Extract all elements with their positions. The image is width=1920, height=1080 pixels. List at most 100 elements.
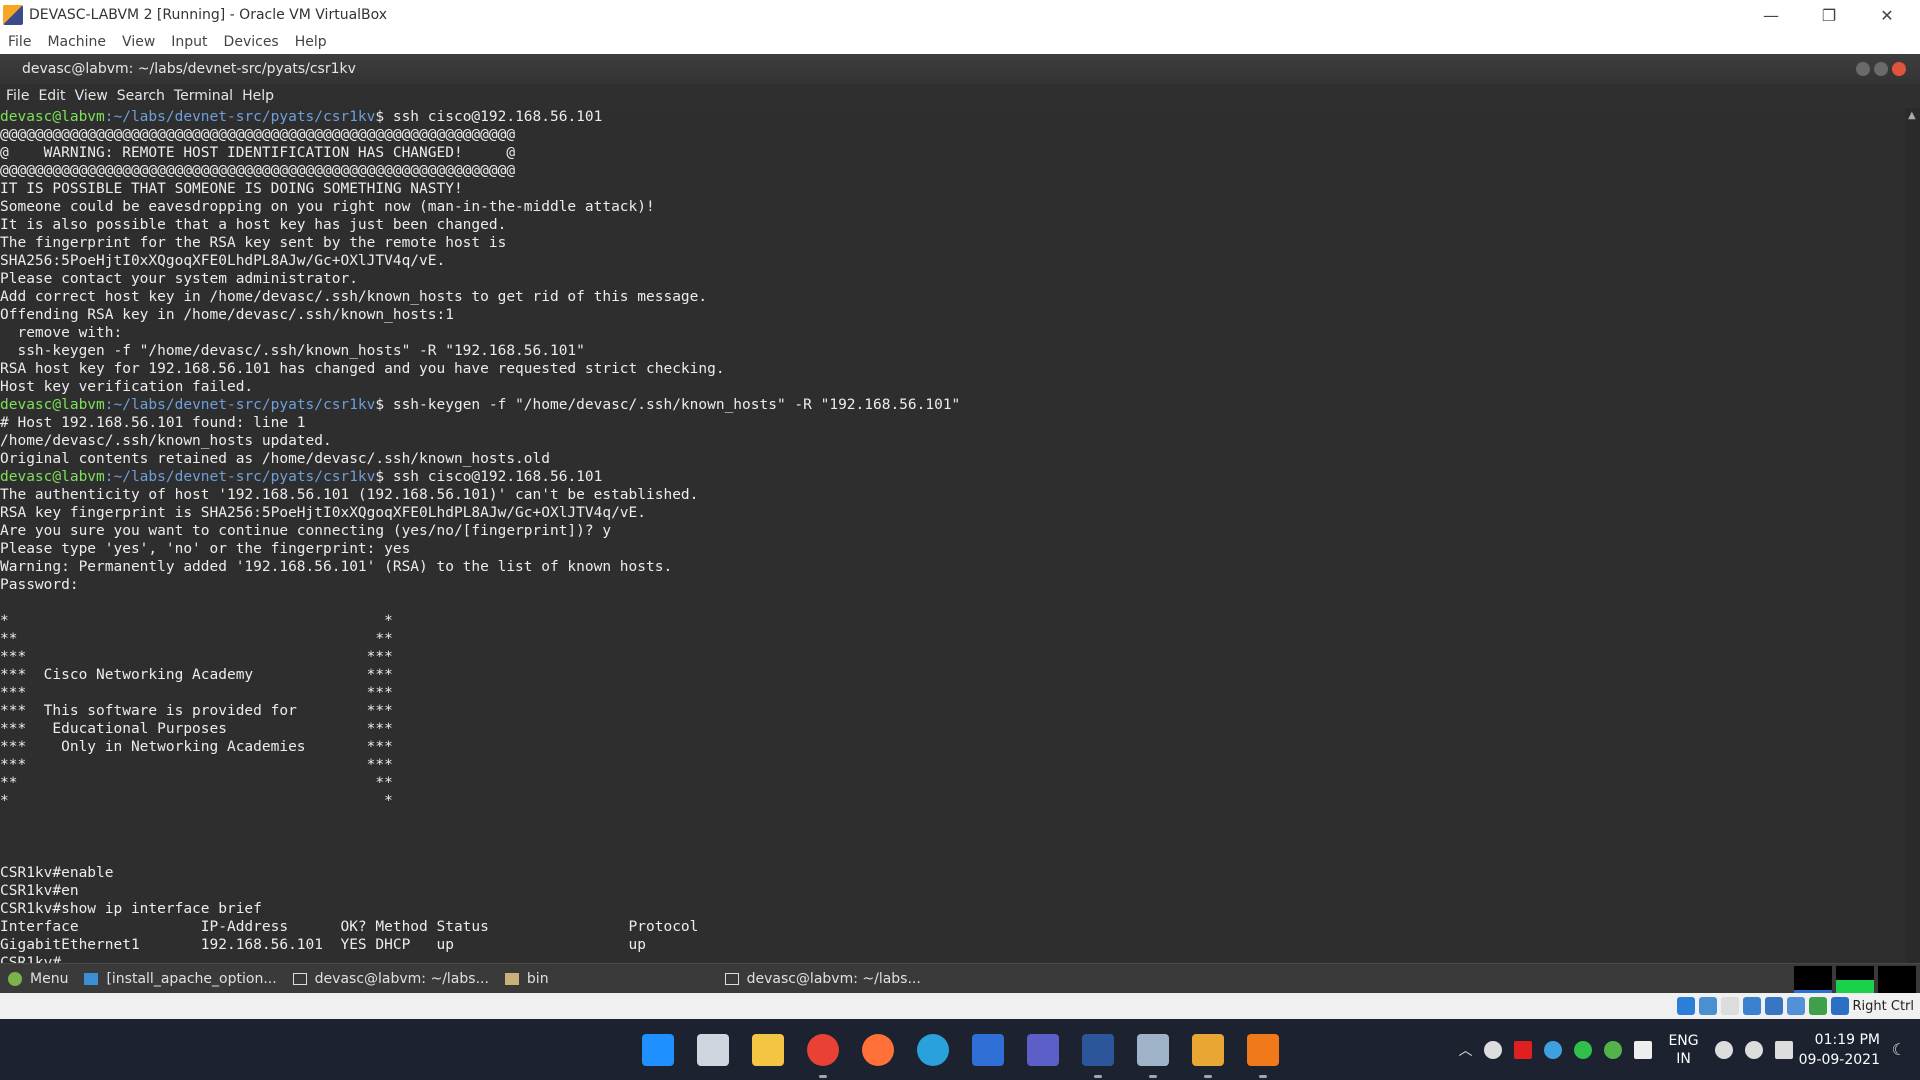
terminal-line: Are you sure you want to continue connec… bbox=[0, 523, 612, 539]
mint-menu-button[interactable]: Menu bbox=[0, 964, 76, 993]
brightness-icon[interactable] bbox=[1484, 1040, 1503, 1059]
terminal-line: devasc@labvm:~/labs/devnet-src/pyats/csr… bbox=[0, 468, 1906, 486]
taskbar-item-terminal-1[interactable]: devasc@labvm: ~/labs... bbox=[285, 964, 497, 993]
firefox-icon[interactable] bbox=[862, 1034, 894, 1066]
task-view-icon[interactable] bbox=[697, 1034, 729, 1066]
clock-app-icon[interactable] bbox=[1544, 1040, 1563, 1059]
terminal-menu-search[interactable]: Search bbox=[111, 88, 168, 104]
telegram-icon[interactable] bbox=[917, 1034, 949, 1066]
vbox-menu-file[interactable]: File bbox=[0, 34, 39, 50]
windows-start-icon[interactable] bbox=[642, 1034, 674, 1066]
taskbar-item-label: [install_apache_option... bbox=[106, 970, 277, 987]
system-tray: ︿ ENG IN 01:19 PM 09-09-2021 ☾ bbox=[1452, 1019, 1920, 1080]
terminal-line: *** Only in Networking Academies *** bbox=[0, 739, 393, 755]
terminal-menu-help[interactable]: Help bbox=[236, 88, 277, 104]
running-indicator bbox=[1149, 1075, 1157, 1078]
green-app-icon[interactable] bbox=[1574, 1040, 1593, 1059]
running-indicator bbox=[1204, 1075, 1212, 1078]
terminal-close-button[interactable] bbox=[1892, 62, 1906, 76]
terminal-line: ** ** bbox=[0, 631, 393, 647]
word-icon[interactable] bbox=[1082, 1034, 1114, 1066]
terminal-line: devasc@labvm:~/labs/devnet-src/pyats/csr… bbox=[0, 396, 1906, 414]
terminal-line: Someone could be eavesdropping on you ri… bbox=[0, 199, 655, 215]
scroll-up-icon[interactable]: ▲ bbox=[1908, 110, 1916, 121]
vbox-menu-devices[interactable]: Devices bbox=[216, 34, 287, 50]
battery-icon[interactable] bbox=[1774, 1040, 1793, 1059]
cpu-activity-icon[interactable] bbox=[1808, 997, 1827, 1015]
file-explorer-icon[interactable] bbox=[752, 1034, 784, 1066]
terminal-menu-terminal[interactable]: Terminal bbox=[168, 88, 236, 104]
clock[interactable]: 01:19 PM 09-09-2021 bbox=[1799, 1030, 1880, 1070]
terminal-line: RSA host key for 192.168.56.101 has chan… bbox=[0, 361, 725, 377]
taskbar-item-terminal-2[interactable]: devasc@labvm: ~/labs... bbox=[717, 964, 929, 993]
terminal-maximize-button[interactable] bbox=[1874, 62, 1888, 76]
terminal-screen[interactable]: devasc@labvm :~/labs/devnet-src/pyats/csr… bbox=[0, 108, 1906, 1017]
memory-graph bbox=[1836, 966, 1874, 994]
terminal-menu-file[interactable]: File bbox=[0, 88, 32, 104]
taskbar-item-label: bin bbox=[526, 970, 549, 987]
notification-moon-icon[interactable]: ☾ bbox=[1892, 1040, 1906, 1059]
terminal-line: *** This software is provided for *** bbox=[0, 703, 393, 719]
terminal-line: * * bbox=[0, 613, 393, 629]
chevron-up-icon[interactable]: ︿ bbox=[1458, 1040, 1472, 1060]
terminal-scrollbar[interactable]: ▲ ▼ bbox=[1906, 108, 1920, 1017]
terminal-line: devasc@labvm:~/labs/devnet-src/pyats/csr… bbox=[0, 108, 1906, 126]
terminal-menu-edit[interactable]: Edit bbox=[32, 88, 68, 104]
terminal-line: CSR1kv#en bbox=[0, 883, 79, 899]
guest-display[interactable]: devasc@labvm: ~/labs/devnet-src/pyats/cs… bbox=[0, 54, 1920, 1021]
dolby-icon[interactable] bbox=[1634, 1040, 1653, 1059]
restore-button[interactable]: ❐ bbox=[1800, 0, 1858, 30]
vbox-menu-help[interactable]: Help bbox=[287, 34, 335, 50]
recording-icon[interactable] bbox=[1786, 997, 1805, 1015]
optical-drive-icon[interactable] bbox=[1676, 997, 1695, 1015]
pdf-app-icon[interactable] bbox=[1247, 1034, 1279, 1066]
terminal-line: @ WARNING: REMOTE HOST IDENTIFICATION HA… bbox=[0, 145, 516, 161]
display-icon[interactable] bbox=[1764, 997, 1783, 1015]
vbox-menu-view[interactable]: View bbox=[114, 34, 163, 50]
terminal-line: Please type 'yes', 'no' or the fingerpri… bbox=[0, 541, 411, 557]
terminal-line: * * bbox=[0, 793, 393, 809]
sticky-app-icon[interactable] bbox=[1192, 1034, 1224, 1066]
wifi-icon[interactable] bbox=[1714, 1040, 1733, 1059]
virtualbox-app-icon bbox=[3, 5, 23, 25]
usb-icon[interactable] bbox=[1720, 997, 1739, 1015]
network-app-icon[interactable] bbox=[1604, 1040, 1623, 1059]
minimize-button[interactable]: — bbox=[1742, 0, 1800, 30]
notepad-icon[interactable] bbox=[972, 1034, 1004, 1066]
terminal-line: /home/devasc/.ssh/known_hosts updated. bbox=[0, 433, 332, 449]
vbox-statusbar: Right Ctrl bbox=[0, 993, 1920, 1019]
terminal-line: @@@@@@@@@@@@@@@@@@@@@@@@@@@@@@@@@@@@@@@@… bbox=[0, 127, 516, 143]
prompt-path: :~/labs/devnet-src/pyats/csr1kv bbox=[104, 469, 376, 485]
close-button[interactable]: ✕ bbox=[1858, 0, 1916, 30]
taskbar-item-vscode[interactable]: [install_apache_option... bbox=[76, 964, 284, 993]
running-indicator bbox=[819, 1075, 827, 1078]
terminal-line: CSR1kv#enable bbox=[0, 865, 114, 881]
terminal-minimize-button[interactable] bbox=[1856, 62, 1870, 76]
shared-folder-icon[interactable] bbox=[1742, 997, 1761, 1015]
terminal-line: GigabitEthernet1 192.168.56.101 YES DHCP… bbox=[0, 937, 647, 953]
vbox-menu-input[interactable]: Input bbox=[163, 34, 215, 50]
teams-icon[interactable] bbox=[1027, 1034, 1059, 1066]
mouse-integration-icon[interactable] bbox=[1830, 997, 1849, 1015]
terminal-line: # Host 192.168.56.101 found: line 1 bbox=[0, 415, 306, 431]
volume-icon[interactable] bbox=[1744, 1040, 1763, 1059]
terminal-icon bbox=[724, 972, 739, 985]
terminal-menu-view[interactable]: View bbox=[69, 88, 111, 104]
virtualbox-taskbar-icon[interactable] bbox=[1137, 1034, 1169, 1066]
terminal-line: Host key verification failed. bbox=[0, 379, 254, 395]
vbox-menubar: File Machine View Input Devices Help bbox=[0, 30, 1920, 54]
terminal-line: *** *** bbox=[0, 757, 393, 773]
language-indicator[interactable]: ENG IN bbox=[1668, 1032, 1698, 1068]
running-indicator bbox=[1259, 1075, 1267, 1078]
region-code: IN bbox=[1676, 1050, 1691, 1067]
clock-time: 01:19 PM bbox=[1814, 1031, 1880, 1048]
chrome-icon[interactable] bbox=[807, 1034, 839, 1066]
recorder-icon[interactable] bbox=[1514, 1040, 1533, 1059]
taskbar-item-bin-folder[interactable]: bin bbox=[497, 964, 557, 993]
prompt-user: devasc@labvm bbox=[0, 109, 105, 125]
network-adapter-icon[interactable] bbox=[1698, 997, 1717, 1015]
terminal-titlebar: devasc@labvm: ~/labs/devnet-src/pyats/cs… bbox=[0, 54, 1920, 84]
vbox-menu-machine[interactable]: Machine bbox=[39, 34, 114, 50]
